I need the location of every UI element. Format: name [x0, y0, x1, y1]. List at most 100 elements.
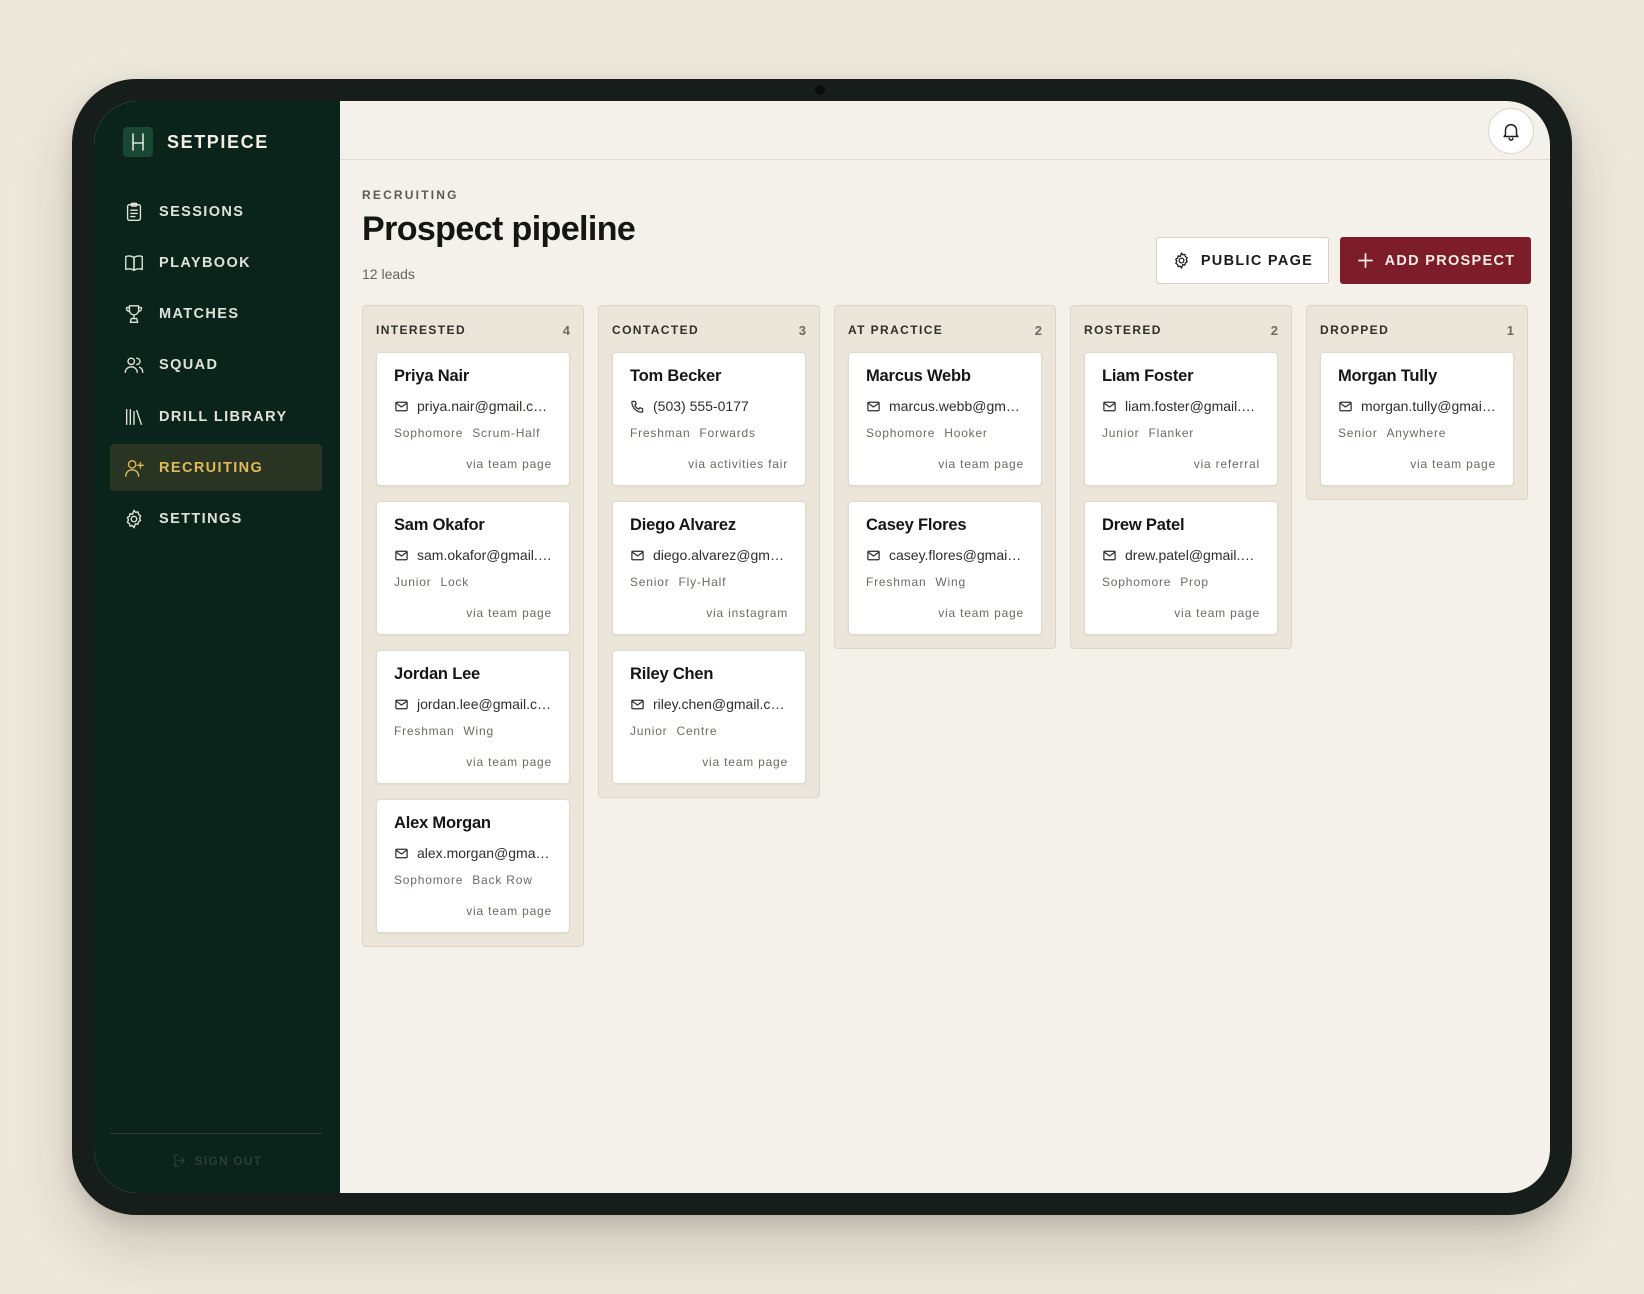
prospect-year: Sophomore [866, 426, 936, 440]
sidebar-item-settings[interactable]: SETTINGS [110, 496, 322, 543]
prospect-contact-text: marcus.webb@gmail.com [889, 398, 1024, 414]
book-icon [125, 255, 143, 271]
prospect-source: via team page [1410, 457, 1496, 471]
prospect-source: via team page [938, 457, 1024, 471]
column-header: DROPPED 1 [1320, 306, 1514, 352]
prospect-meta: Junior Centre [630, 724, 788, 738]
prospect-card[interactable]: Jordan Lee jordan.lee@gmail.com Freshman Wi… [376, 650, 570, 784]
add-prospect-label: ADD PROSPECT [1384, 252, 1516, 269]
prospect-card[interactable]: Tom Becker (503) 555-0177 Freshman Forwards… [612, 352, 806, 486]
prospect-contact[interactable]: sam.okafor@gmail.com [394, 547, 552, 563]
prospect-meta: Senior Anywhere [1338, 426, 1496, 440]
phone-icon [631, 400, 644, 413]
app-screen: SETPIECE SESSIONS PLAYBOOK MATCHES SQUAD DRI… [94, 101, 1550, 1193]
public-page-button[interactable]: PUBLIC PAGE [1156, 237, 1329, 284]
library-icon [125, 408, 143, 425]
prospect-contact[interactable]: morgan.tully@gmail.com [1338, 398, 1496, 414]
prospect-contact[interactable]: jordan.lee@gmail.com [394, 696, 552, 712]
column-title: CONTACTED [612, 323, 700, 337]
column-title: INTERESTED [376, 323, 467, 337]
prospect-card[interactable]: Morgan Tully morgan.tully@gmail.com Senior… [1320, 352, 1514, 486]
sidebar-item-label: SETTINGS [159, 511, 243, 528]
camera-dot [815, 85, 825, 95]
prospect-contact[interactable]: casey.flores@gmail.com [866, 547, 1024, 563]
prospect-position: Fly-Half [678, 575, 727, 589]
prospect-source: via team page [466, 457, 552, 471]
prospect-position: Wing [463, 724, 494, 738]
column-title: ROSTERED [1084, 323, 1162, 337]
prospect-source: via team page [466, 904, 552, 918]
prospect-contact-text: riley.chen@gmail.com [653, 696, 788, 712]
prospect-source: via team page [702, 755, 788, 769]
prospect-contact[interactable]: marcus.webb@gmail.com [866, 398, 1024, 414]
prospect-year: Freshman [866, 575, 927, 589]
prospect-card[interactable]: Marcus Webb marcus.webb@gmail.com Sophomor… [848, 352, 1042, 486]
notifications-button[interactable] [1488, 108, 1534, 154]
prospect-card[interactable]: Alex Morgan alex.morgan@gmail.com Sophomor… [376, 799, 570, 933]
prospect-name: Alex Morgan [394, 814, 491, 832]
sidebar-item-drill-library[interactable]: DRILL LIBRARY [110, 393, 322, 440]
prospect-card[interactable]: Diego Alvarez diego.alvarez@gmail.com Seni… [612, 501, 806, 635]
sidebar-item-playbook[interactable]: PLAYBOOK [110, 239, 322, 286]
prospect-meta: Junior Lock [394, 575, 552, 589]
mail-icon [1103, 550, 1116, 560]
tablet-frame: SETPIECE SESSIONS PLAYBOOK MATCHES SQUAD DRI… [72, 79, 1572, 1215]
sidebar: SETPIECE SESSIONS PLAYBOOK MATCHES SQUAD DRI… [94, 101, 340, 1193]
mail-icon [1103, 401, 1116, 411]
prospect-card[interactable]: Liam Foster liam.foster@gmail.com Junior Fl… [1084, 352, 1278, 486]
prospect-source: via team page [938, 606, 1024, 620]
prospect-meta: Freshman Wing [394, 724, 552, 738]
prospect-contact[interactable]: riley.chen@gmail.com [630, 696, 788, 712]
prospect-contact-text: liam.foster@gmail.com [1125, 398, 1260, 414]
prospect-name: Sam Okafor [394, 516, 485, 534]
prospect-name: Tom Becker [630, 367, 722, 385]
prospect-source: via team page [466, 606, 552, 620]
prospect-card[interactable]: Priya Nair priya.nair@gmail.com Sophomore S… [376, 352, 570, 486]
prospect-card[interactable]: Casey Flores casey.flores@gmail.com Freshm… [848, 501, 1042, 635]
prospect-position: Flanker [1148, 426, 1195, 440]
prospect-contact-text: (503) 555-0177 [653, 398, 749, 414]
add-prospect-button[interactable]: ADD PROSPECT [1340, 237, 1531, 284]
prospect-position: Centre [676, 724, 718, 738]
brand[interactable]: SETPIECE [123, 127, 269, 157]
prospect-position: Scrum-Half [472, 426, 541, 440]
sign-out-button[interactable]: SIGN OUT [94, 1153, 340, 1168]
prospect-meta: Sophomore Back Row [394, 873, 552, 887]
prospect-contact[interactable]: liam.foster@gmail.com [1102, 398, 1260, 414]
prospect-name: Marcus Webb [866, 367, 971, 385]
prospect-contact[interactable]: alex.morgan@gmail.com [394, 845, 552, 861]
prospect-meta: Sophomore Hooker [866, 426, 1024, 440]
prospect-contact[interactable]: drew.patel@gmail.com [1102, 547, 1260, 563]
sidebar-item-sessions[interactable]: SESSIONS [110, 188, 322, 235]
prospect-name: Diego Alvarez [630, 516, 736, 534]
column-count: 1 [1506, 322, 1514, 338]
sidebar-item-label: SESSIONS [159, 203, 245, 220]
prospect-card[interactable]: Drew Patel drew.patel@gmail.com Sophomore P… [1084, 501, 1278, 635]
prospect-card[interactable]: Riley Chen riley.chen@gmail.com Junior Cent… [612, 650, 806, 784]
prospect-contact-text: casey.flores@gmail.com [889, 547, 1024, 563]
prospect-contact[interactable]: (503) 555-0177 [630, 398, 788, 414]
prospect-position: Prop [1180, 575, 1209, 589]
column-title: AT PRACTICE [848, 323, 944, 337]
main-content: RECRUITING Prospect pipeline 12 leads PU… [340, 101, 1550, 1193]
mail-icon [395, 699, 408, 709]
column-count: 4 [562, 322, 570, 338]
prospect-contact-text: alex.morgan@gmail.com [417, 845, 552, 861]
goalpost-logo-icon [123, 127, 153, 157]
pipeline-board: INTERESTED 4 Priya Nair priya.nair@gmail.co… [362, 305, 1528, 947]
prospect-contact-text: jordan.lee@gmail.com [417, 696, 552, 712]
prospect-year: Freshman [630, 426, 691, 440]
prospect-meta: Freshman Forwards [630, 426, 788, 440]
trophy-icon [125, 305, 143, 324]
sidebar-item-matches[interactable]: MATCHES [110, 291, 322, 338]
mail-icon [631, 550, 644, 560]
prospect-contact[interactable]: priya.nair@gmail.com [394, 398, 552, 414]
prospect-card[interactable]: Sam Okafor sam.okafor@gmail.com Junior Lock… [376, 501, 570, 635]
page-title: Prospect pipeline [362, 210, 636, 248]
sidebar-item-squad[interactable]: SQUAD [110, 342, 322, 389]
sidebar-item-recruiting[interactable]: RECRUITING [110, 444, 322, 492]
prospect-contact[interactable]: diego.alvarez@gmail.com [630, 547, 788, 563]
sidebar-item-label: DRILL LIBRARY [159, 408, 288, 425]
plus-icon [1357, 252, 1373, 269]
prospect-year: Junior [1102, 426, 1140, 440]
